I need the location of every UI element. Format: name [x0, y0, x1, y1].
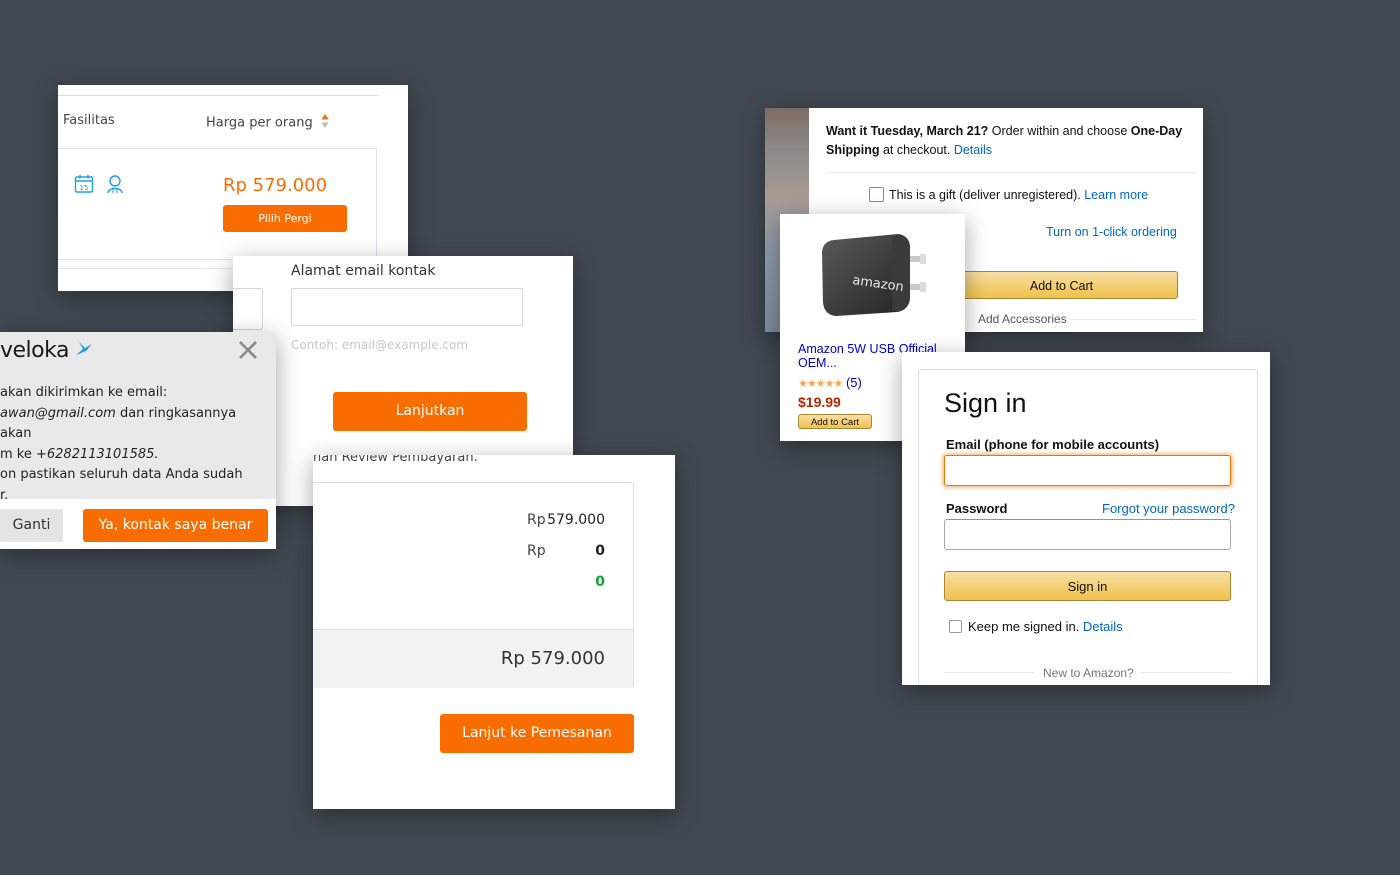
- delivery-details-link[interactable]: Details: [954, 143, 992, 157]
- learn-more-link[interactable]: Learn more: [1084, 188, 1148, 202]
- dialog-line-3: m ke +6282113101585.: [0, 445, 270, 466]
- dialog-message: akan dikirimkan ke email: awan@gmail.com…: [0, 383, 270, 506]
- email-placeholder-hint: Contoh: email@example.com: [291, 338, 469, 352]
- traveloka-review-card: nan Review Pembayaran. Rp 579.000 Rp 0 0…: [313, 455, 675, 809]
- summary-row-1-currency: Rp: [527, 512, 546, 528]
- divider: [826, 172, 1196, 173]
- price-summary-box: Rp 579.000 Rp 0 0 Rp 579.000: [313, 482, 634, 688]
- add-accessories-label: Add Accessories: [978, 312, 1067, 326]
- delivery-text: Order within and choose: [988, 124, 1131, 138]
- summary-row-3-value: 0: [595, 574, 605, 590]
- password-input[interactable]: [944, 519, 1231, 550]
- summary-row-2-currency: Rp: [527, 543, 546, 559]
- choose-flight-button[interactable]: Pilih Pergi: [223, 205, 347, 232]
- password-label: Password: [946, 501, 1008, 516]
- summary-row-2-value: 0: [595, 543, 605, 559]
- keep-signed-in-checkbox[interactable]: [949, 620, 962, 633]
- dialog-phone: +6282113101585.: [36, 446, 159, 462]
- dialog-line-4: on pastikan seluruh data Anda sudah: [0, 467, 243, 482]
- baggage-person-icon: [105, 174, 125, 199]
- signin-button[interactable]: Sign in: [944, 571, 1231, 601]
- column-header-fasilitas: Fasilitas: [63, 113, 115, 128]
- amazon-signin-card: Sign in Email (phone for mobile accounts…: [902, 352, 1270, 685]
- confirm-contact-button[interactable]: Ya, kontak saya benar: [83, 509, 268, 542]
- divider: [58, 95, 378, 96]
- keep-signed-details-link[interactable]: Details: [1083, 619, 1123, 634]
- delivery-date: Want it Tuesday, March 21?: [826, 124, 989, 138]
- dialog-line-1: akan dikirimkan ke email:: [0, 385, 168, 400]
- traveloka-confirm-dialog: veloka akan dikirimkan ke email: awan@gm…: [0, 332, 276, 549]
- delivery-text-2: at checkout.: [879, 143, 954, 157]
- email-label: Alamat email kontak: [291, 263, 436, 279]
- dialog-line-2: awan@gmail.com dan ringkasannya akan: [0, 404, 270, 445]
- email-input[interactable]: [944, 455, 1231, 486]
- keep-signed-in: Keep me signed in. Details: [949, 619, 1123, 634]
- product-add-to-cart-button[interactable]: Add to Cart: [798, 414, 872, 429]
- dialog-email: awan@gmail.com: [0, 405, 116, 421]
- rating[interactable]: ★★★★★ (5): [798, 375, 862, 390]
- total-price: Rp 579.000: [500, 648, 605, 669]
- gift-label: This is a gift (deliver unregistered).: [889, 188, 1085, 202]
- gift-checkbox[interactable]: [869, 187, 884, 202]
- dialog-line-3-prefix: m ke: [0, 446, 36, 462]
- star-rating-icon: ★★★★★: [798, 378, 843, 390]
- one-click-ordering-link[interactable]: Turn on 1-click ordering: [1046, 225, 1177, 239]
- calendar-icon: 15: [74, 174, 94, 199]
- flight-row: 15 Rp 579.000 Pilih Pergi: [58, 148, 377, 260]
- review-header-text: nan Review Pembayaran.: [313, 455, 478, 465]
- continue-button[interactable]: Lanjutkan: [333, 392, 527, 431]
- continue-to-order-button[interactable]: Lanjut ke Pemesanan: [440, 714, 634, 753]
- traveloka-logo-text: veloka: [0, 338, 69, 363]
- accessories-divider: [1071, 319, 1196, 320]
- summary-row-1-value: 579.000: [547, 512, 605, 528]
- email-input[interactable]: [291, 288, 523, 326]
- traveloka-logo: veloka: [0, 338, 93, 363]
- new-to-divider-left: [944, 672, 1034, 673]
- total-row: Rp 579.000: [313, 629, 633, 688]
- keep-signed-in-label: Keep me signed in.: [968, 619, 1083, 634]
- column-header-harga-label: Harga per orang: [206, 115, 313, 131]
- add-to-cart-button[interactable]: Add to Cart: [945, 271, 1178, 299]
- summary-row-1: Rp 579.000: [527, 512, 605, 528]
- close-icon[interactable]: [238, 340, 258, 365]
- change-button[interactable]: Ganti: [0, 509, 63, 542]
- email-label: Email (phone for mobile accounts): [946, 437, 1160, 452]
- column-header-harga[interactable]: Harga per orang: [206, 113, 329, 133]
- usb-charger-image: amazon: [820, 232, 932, 321]
- svg-text:15: 15: [80, 184, 89, 192]
- gift-option: This is a gift (deliver unregistered). L…: [869, 187, 1148, 202]
- signin-title: Sign in: [944, 388, 1027, 418]
- forgot-password-link[interactable]: Forgot your password?: [1102, 501, 1235, 516]
- delivery-message: Want it Tuesday, March 21? Order within …: [826, 122, 1196, 160]
- previous-input-edge: [233, 288, 263, 330]
- new-to-divider-right: [1141, 672, 1231, 673]
- summary-row-2: Rp 0: [527, 543, 605, 559]
- review-count: (5): [845, 375, 862, 390]
- new-to-amazon-label: New to Amazon?: [1043, 666, 1134, 680]
- sort-icon[interactable]: [321, 113, 329, 133]
- product-price: $19.99: [798, 394, 841, 410]
- signin-panel: Sign in Email (phone for mobile accounts…: [918, 369, 1258, 685]
- flight-price: Rp 579.000: [223, 175, 328, 196]
- bird-icon: [75, 338, 93, 363]
